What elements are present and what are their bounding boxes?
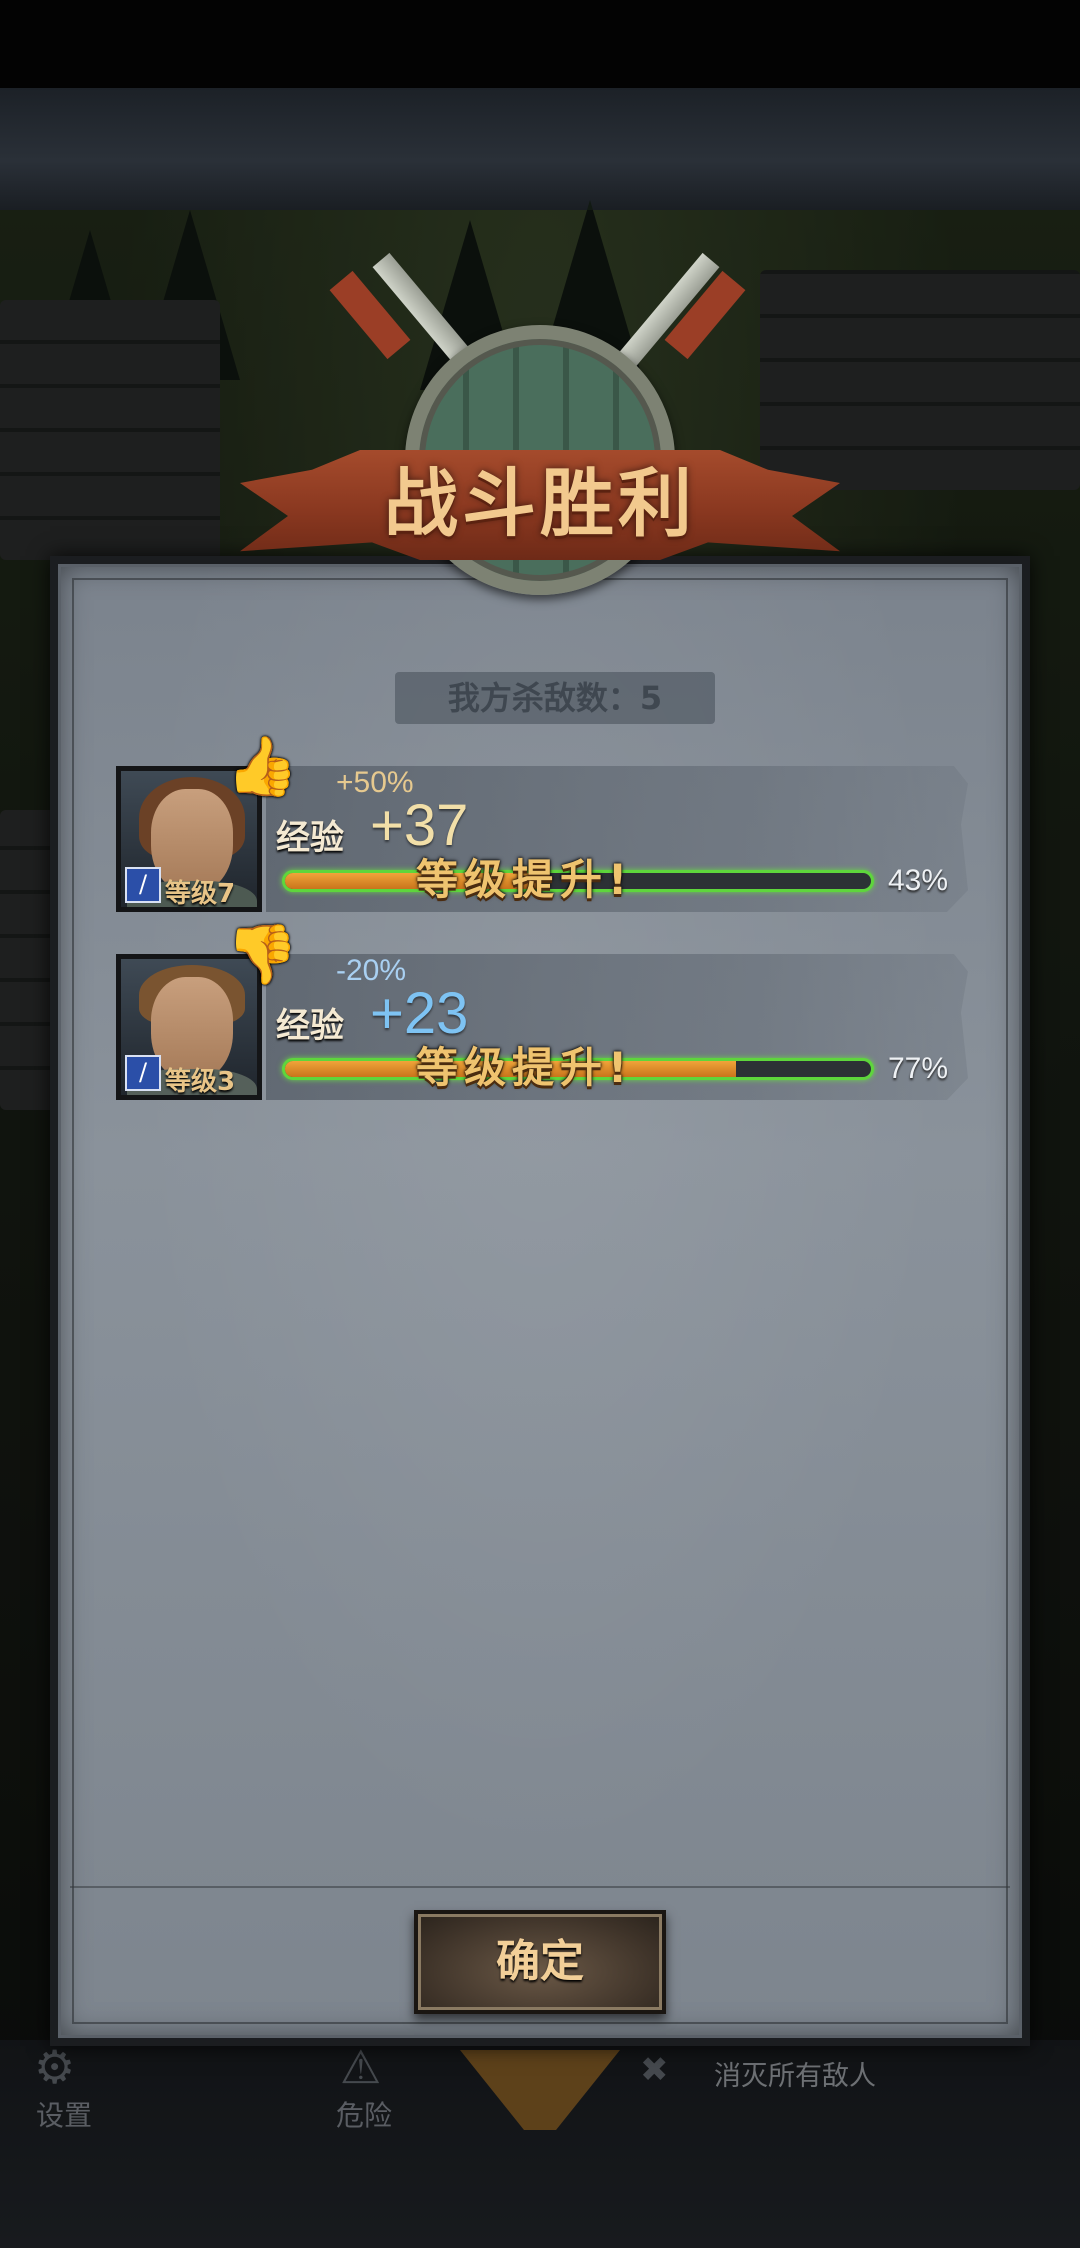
level-up-text: 等级提升! (416, 855, 634, 904)
hero-result-row: / 等级3 👎 -20% 经验 +23 等级提升! 77% (116, 920, 968, 1102)
thumbs-up-icon: 👍 (226, 732, 299, 800)
exp-label: 经验 (276, 818, 344, 858)
hero-level: 等级3 (165, 1067, 236, 1097)
exp-percent: 77% (888, 1052, 949, 1085)
kill-count-text: 我方杀敌数：5 (447, 679, 663, 717)
thumbs-down-icon: 👎 (226, 920, 299, 988)
exp-percent: 43% (888, 864, 949, 897)
victory-crest: 战斗胜利 (230, 240, 850, 670)
header-band (0, 88, 1080, 210)
victory-title: 战斗胜利 (384, 461, 696, 547)
dagger-icon: / (125, 1055, 161, 1091)
divider (70, 1886, 1010, 1888)
confirm-button[interactable]: 确定 (414, 1910, 666, 2014)
hero-result-row: / 等级7 👍 +50% 经验 +37 等级提升! 43% (116, 732, 968, 914)
kill-count: 我方杀敌数：5 (395, 672, 715, 724)
dagger-icon: / (125, 867, 161, 903)
hero-level: 等级7 (165, 879, 236, 909)
exp-label: 经验 (276, 1006, 344, 1046)
level-up-text: 等级提升! (416, 1043, 634, 1092)
status-bar (0, 0, 1080, 88)
